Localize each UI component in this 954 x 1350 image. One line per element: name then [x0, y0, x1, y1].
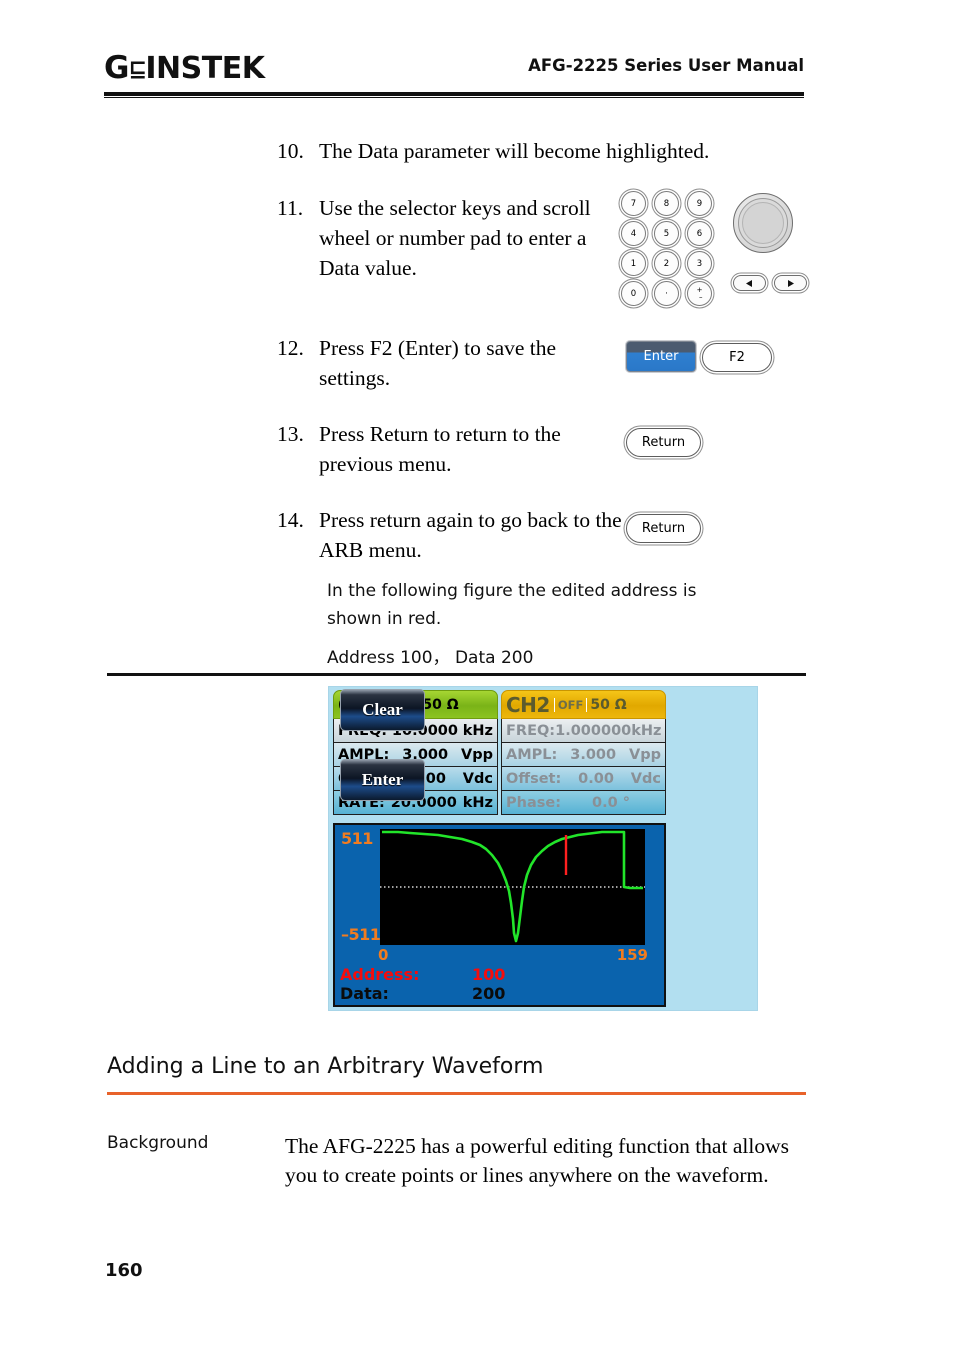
step-item-13: 13. Press Return to return to the previo… [277, 419, 617, 479]
f2-key-graphic[interactable]: F2 [702, 343, 772, 372]
step-text: Press F2 (Enter) to save the settings. [319, 336, 557, 390]
keypad-key-decimal[interactable]: · [654, 281, 679, 306]
keypad-key-9[interactable]: 9 [687, 191, 712, 216]
address-readout-label: Address: [340, 965, 420, 984]
logo-w: ⊑ [128, 57, 146, 82]
keypad-key-2[interactable]: 2 [654, 251, 679, 276]
step-item-12: 12. Press F2 (Enter) to save the setting… [277, 333, 607, 393]
step-text: The Data parameter will become highlight… [319, 139, 710, 163]
param-unit: Vdc [630, 770, 661, 787]
waveform-plot-panel: 511 –511 0 159 Address: 100 Data: 200 [333, 823, 666, 1007]
param-label: Offset: [506, 770, 562, 787]
param-value: 3.000 [570, 746, 617, 763]
channel-2-row-freq[interactable]: FREQ: 1.000000 kHz [501, 719, 666, 743]
param-unit: kHz [462, 722, 493, 739]
scroll-wheel[interactable] [733, 193, 793, 253]
caret-left-icon [744, 279, 755, 288]
keypad-key-0[interactable]: 0 [621, 281, 646, 306]
keypad-key-5[interactable]: 5 [654, 221, 679, 246]
param-label: AMPL: [506, 746, 558, 763]
keypad-key-3[interactable]: 3 [687, 251, 712, 276]
channel-2-row-ampl[interactable]: AMPL: 3.000 Vpp [501, 743, 666, 767]
step-number: 14. [277, 508, 304, 532]
address-data-caption: Address 100， Data 200 [327, 648, 534, 668]
param-unit: Vpp [629, 746, 661, 763]
enter-softkey-graphic[interactable]: Enter [626, 341, 696, 372]
softkey-clear[interactable]: Clear [340, 689, 425, 731]
background-label: Background [107, 1133, 209, 1153]
background-text: The AFG-2225 has a powerful editing func… [285, 1134, 789, 1187]
channel-2-impedance: 50 Ω [590, 696, 627, 713]
channel-2-row-offset[interactable]: Offset: 0.00 Vdc [501, 767, 666, 791]
return-key-graphic-1[interactable]: Return [626, 428, 701, 457]
section-rule [107, 1092, 806, 1095]
step-number: 10. [277, 139, 304, 163]
numeric-keypad-graphic: 7 8 9 4 5 6 1 2 3 0 · + – [621, 191, 717, 307]
keypad-key-8[interactable]: 8 [654, 191, 679, 216]
channel-2-panel[interactable]: CH2 OFF 50 Ω FREQ: 1.000000 kHz AMPL: 3.… [501, 690, 666, 820]
logo-instek: INSTEK [145, 51, 265, 86]
softkey-enter[interactable]: Enter [340, 759, 425, 801]
step-number: 13. [277, 422, 304, 446]
step-number: 11. [277, 196, 304, 220]
param-label: FREQ: [506, 722, 556, 739]
keypad-key-plus-minus[interactable]: + – [687, 281, 712, 306]
keypad-key-4[interactable]: 4 [621, 221, 646, 246]
waveform-canvas[interactable] [380, 829, 645, 945]
y-axis-label-max: 511 [341, 829, 373, 848]
waveform-svg [380, 830, 645, 943]
step-item-11: 11. Use the selector keys and scroll whe… [277, 193, 607, 283]
channel-2-name: CH2 [506, 692, 550, 717]
return-key-graphic-2[interactable]: Return [626, 514, 701, 543]
page-header: G⊑INSTEK AFG-2225 Series User Manual [104, 48, 804, 96]
data-readout-label: Data: [340, 984, 389, 1003]
x-axis-label-max: 159 [616, 946, 648, 964]
channel-2-row-phase[interactable]: Phase: 0.0 ° [501, 791, 666, 815]
caret-right-icon [785, 279, 796, 288]
keypad-key-1[interactable]: 1 [621, 251, 646, 276]
param-unit: kHz [631, 722, 662, 739]
manual-title: AFG-2225 Series User Manual [528, 56, 804, 75]
param-value: 0.00 [578, 770, 614, 787]
gw-instek-logo: G⊑INSTEK [104, 50, 265, 86]
keypad-key-7[interactable]: 7 [621, 191, 646, 216]
y-axis-label-min: –511 [341, 925, 381, 944]
step-item-10: 10. The Data parameter will become highl… [277, 136, 797, 166]
param-unit: Vdc [462, 770, 493, 787]
arrow-left-key[interactable] [733, 275, 766, 291]
page-number: 160 [105, 1260, 143, 1281]
param-value: 0.0 ° [592, 794, 630, 811]
channel-2-header: CH2 OFF 50 Ω [501, 690, 666, 719]
step-text: Press Return to return to the previous m… [319, 422, 561, 476]
figure-divider [107, 673, 806, 676]
arrow-right-key[interactable] [774, 275, 807, 291]
data-readout-value: 200 [472, 984, 506, 1003]
plus-minus-minus: – [698, 292, 703, 301]
header-divider [104, 92, 804, 98]
instrument-display-figure: CH1 OFF 50 Ω FREQ: 10.0000 kHz AMPL: 3.0… [328, 686, 758, 1011]
section-heading: Adding a Line to an Arbitrary Waveform [107, 1054, 544, 1079]
param-label: Phase: [506, 794, 561, 811]
logo-g: G [104, 50, 129, 86]
param-unit: Vpp [461, 746, 493, 763]
channel-1-impedance: 50 Ω [422, 696, 459, 713]
param-unit: kHz [462, 794, 493, 811]
channel-2-output-state: OFF [553, 697, 588, 712]
step-number: 12. [277, 336, 304, 360]
step-text: Press return again to go back to the ARB… [319, 508, 622, 562]
step-text: Use the selector keys and scroll wheel o… [319, 196, 591, 280]
x-axis-label-min: 0 [378, 946, 389, 964]
address-readout-value: 100 [472, 965, 506, 984]
param-value: 1.000000 [555, 722, 632, 739]
note-text: In the following figure the edited addre… [327, 581, 697, 629]
keypad-key-6[interactable]: 6 [687, 221, 712, 246]
step-item-14: 14. Press return again to go back to the… [277, 505, 622, 565]
